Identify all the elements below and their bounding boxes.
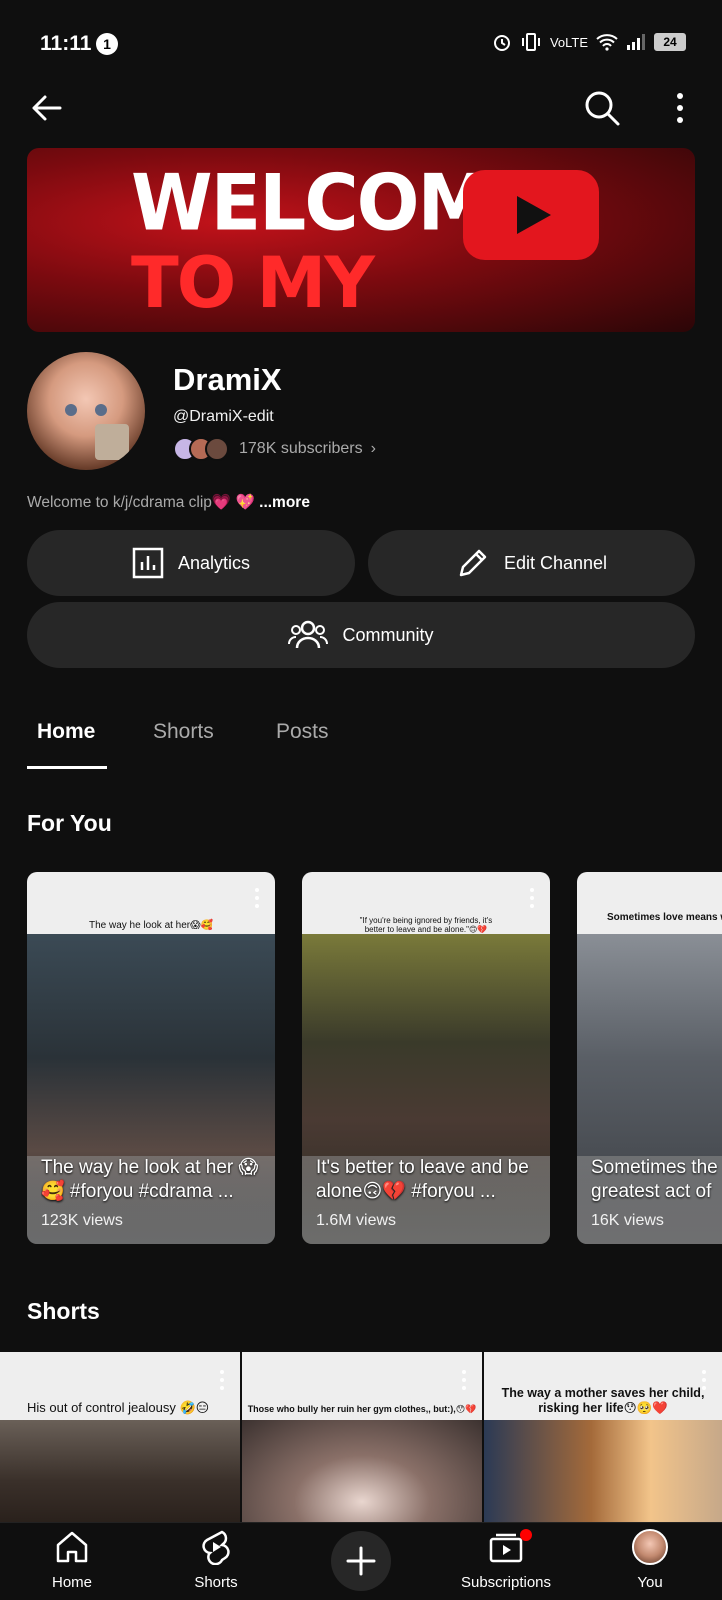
nav-subscriptions[interactable]: Subscriptions: [446, 1529, 566, 1591]
video-card[interactable]: The way he look at her😱🥰 The way he look…: [27, 872, 275, 1244]
short-caption: The way a mother saves her child, riskin…: [501, 1386, 705, 1415]
channel-description[interactable]: Welcome to k/j/cdrama clip💗 💖 ...more: [27, 493, 310, 512]
channel-name: DramiX: [173, 362, 282, 397]
search-icon[interactable]: [582, 88, 622, 128]
view-count: 123K views: [41, 1212, 123, 1229]
clock: 11:11: [40, 32, 92, 55]
analytics-button[interactable]: Analytics: [27, 530, 355, 596]
nav-you-label: You: [637, 1574, 663, 1591]
video-title: It's better to leave and be alone🙃💔 #for…: [316, 1157, 529, 1202]
vibrate-icon: [521, 33, 540, 51]
analytics-label: Analytics: [177, 552, 251, 573]
nav-shorts-label: Shorts: [194, 1574, 238, 1591]
video-card[interactable]: "If you're being ignored by friends, it'…: [302, 872, 550, 1244]
short-image: [242, 1420, 482, 1522]
video-title: The way he look at her 😱🥰 #foryou #cdram…: [41, 1157, 259, 1202]
channel-banner: WELCOME TO MY CHANNEL: [27, 148, 695, 332]
community-icon: [288, 620, 329, 649]
nav-subscriptions-label: Subscriptions: [460, 1574, 552, 1591]
wifi-icon: [596, 34, 618, 51]
channel-avatar[interactable]: [27, 352, 145, 470]
nav-home-label: Home: [51, 1574, 92, 1591]
battery-indicator: 24: [654, 33, 686, 51]
tab-posts[interactable]: Posts: [276, 720, 329, 744]
subscriber-avatar: [205, 437, 229, 461]
short-thumbnail[interactable]: The way a mother saves her child, riskin…: [484, 1352, 722, 1522]
shorts-heading: Shorts: [27, 1298, 100, 1324]
channel-tabs: Home Shorts Posts: [0, 708, 722, 770]
chevron-right-icon: ›: [370, 440, 376, 457]
view-count: 16K views: [591, 1212, 664, 1229]
thumbnail-caption: The way he look at her😱🥰: [88, 920, 214, 931]
description-text: Welcome to k/j/cdrama clip💗 💖: [27, 494, 255, 511]
channel-handle: @DramiX-edit: [173, 408, 274, 425]
analytics-icon: [132, 547, 164, 579]
community-button[interactable]: Community: [27, 602, 695, 668]
more-options-icon[interactable]: [462, 1370, 466, 1390]
nav-home[interactable]: Home: [12, 1529, 132, 1591]
status-icons: VoLTE 24: [492, 32, 686, 52]
profile-avatar: [632, 1529, 668, 1565]
subscribers-row[interactable]: 178K subscribers ›: [173, 437, 376, 461]
more-options-icon[interactable]: [668, 90, 692, 126]
short-caption: Those who bully her ruin her gym clothes…: [247, 1404, 477, 1414]
short-caption: His out of control jealousy 🤣😑: [27, 1400, 210, 1415]
nav-you[interactable]: You: [590, 1529, 710, 1591]
home-icon: [56, 1531, 88, 1563]
shorts-icon: [202, 1530, 230, 1566]
tab-home[interactable]: Home: [37, 720, 95, 744]
view-count: 1.6M views: [316, 1212, 397, 1229]
banner-line-2: TO MY CHANNEL: [131, 242, 493, 332]
subscriptions-icon: [489, 1533, 523, 1563]
short-thumbnail[interactable]: Those who bully her ruin her gym clothes…: [242, 1352, 482, 1522]
volte-label: VoLTE: [549, 34, 588, 50]
status-bar: 11:11 1 VoLTE 24: [0, 0, 722, 90]
new-content-dot: [520, 1529, 532, 1541]
active-tab-indicator: [27, 766, 107, 769]
edit-channel-button[interactable]: Edit Channel: [368, 530, 695, 596]
short-thumbnail[interactable]: His out of control jealousy 🤣😑: [0, 1352, 240, 1522]
more-options-icon[interactable]: [255, 888, 259, 908]
community-label: Community: [342, 624, 434, 645]
more-options-icon[interactable]: [530, 888, 534, 908]
signal-icon: [627, 34, 645, 50]
notification-count-badge: 1: [96, 33, 118, 55]
for-you-heading: For You: [27, 810, 112, 836]
thumbnail-caption: "If you're being ignored by friends, it'…: [359, 916, 493, 934]
short-image: [484, 1420, 722, 1522]
more-options-icon[interactable]: [702, 1370, 706, 1390]
video-title: Sometimes the greatest act of: [591, 1157, 718, 1202]
bottom-navigation: Home Shorts Subscriptions You: [0, 1522, 722, 1600]
pencil-icon: [459, 549, 487, 577]
create-button[interactable]: [331, 1531, 391, 1591]
more-link[interactable]: ...more: [259, 494, 310, 511]
subscriber-count: 178K subscribers: [239, 440, 363, 457]
top-app-bar: [0, 80, 722, 136]
tab-shorts[interactable]: Shorts: [153, 720, 214, 744]
play-button-award-icon: [95, 424, 129, 460]
plus-icon: [346, 1546, 376, 1576]
video-card[interactable]: Sometimes love means watc even when it's…: [577, 872, 722, 1244]
alarm-icon: [493, 35, 510, 51]
short-image: [0, 1420, 240, 1522]
edit-channel-label: Edit Channel: [503, 552, 608, 573]
nav-shorts[interactable]: Shorts: [156, 1529, 276, 1591]
more-options-icon[interactable]: [220, 1370, 224, 1390]
back-arrow-icon[interactable]: [28, 90, 64, 126]
thumbnail-caption: Sometimes love means watc even when it's…: [607, 912, 722, 923]
